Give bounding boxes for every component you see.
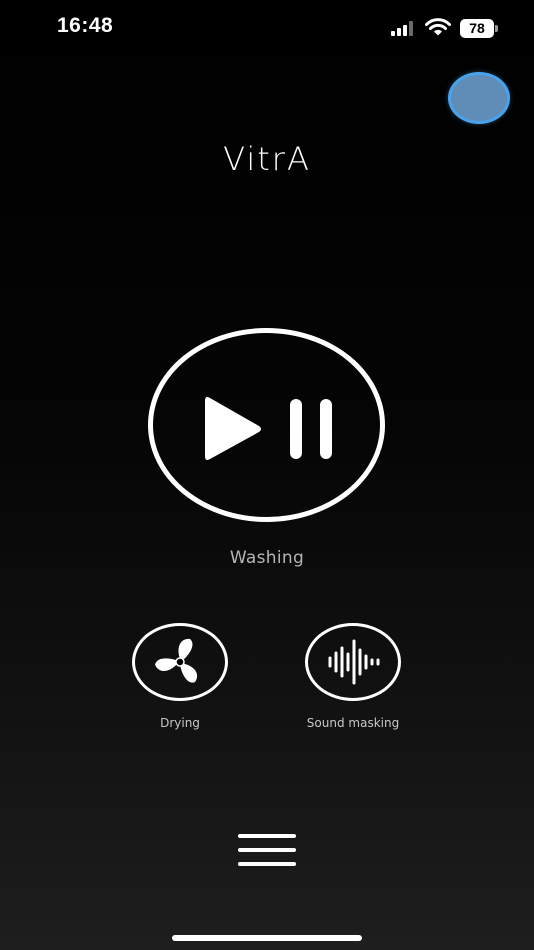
battery-cap — [495, 25, 498, 32]
wifi-icon — [425, 17, 451, 37]
app-logo: VitrA — [223, 140, 311, 178]
fan-icon — [155, 638, 198, 683]
play-pause-button[interactable] — [148, 328, 385, 522]
cellular-signal-icon — [391, 20, 417, 36]
drying-button[interactable] — [132, 623, 228, 701]
battery-indicator: 78 — [460, 19, 494, 38]
touch-indicator — [451, 75, 507, 121]
home-indicator[interactable] — [172, 935, 362, 941]
play-pause-icon — [205, 397, 332, 460]
app-screen: 16:48 78 VitrA Washing Drying Sound mask… — [0, 0, 534, 950]
sound-masking-button[interactable] — [305, 623, 401, 701]
hamburger-menu-icon[interactable] — [235, 830, 299, 870]
drying-label: Drying — [160, 716, 200, 730]
washing-label: Washing — [229, 548, 305, 568]
sound-masking-label: Sound masking — [306, 716, 400, 730]
status-time: 16:48 — [57, 14, 114, 37]
sound-wave-icon — [328, 639, 380, 685]
